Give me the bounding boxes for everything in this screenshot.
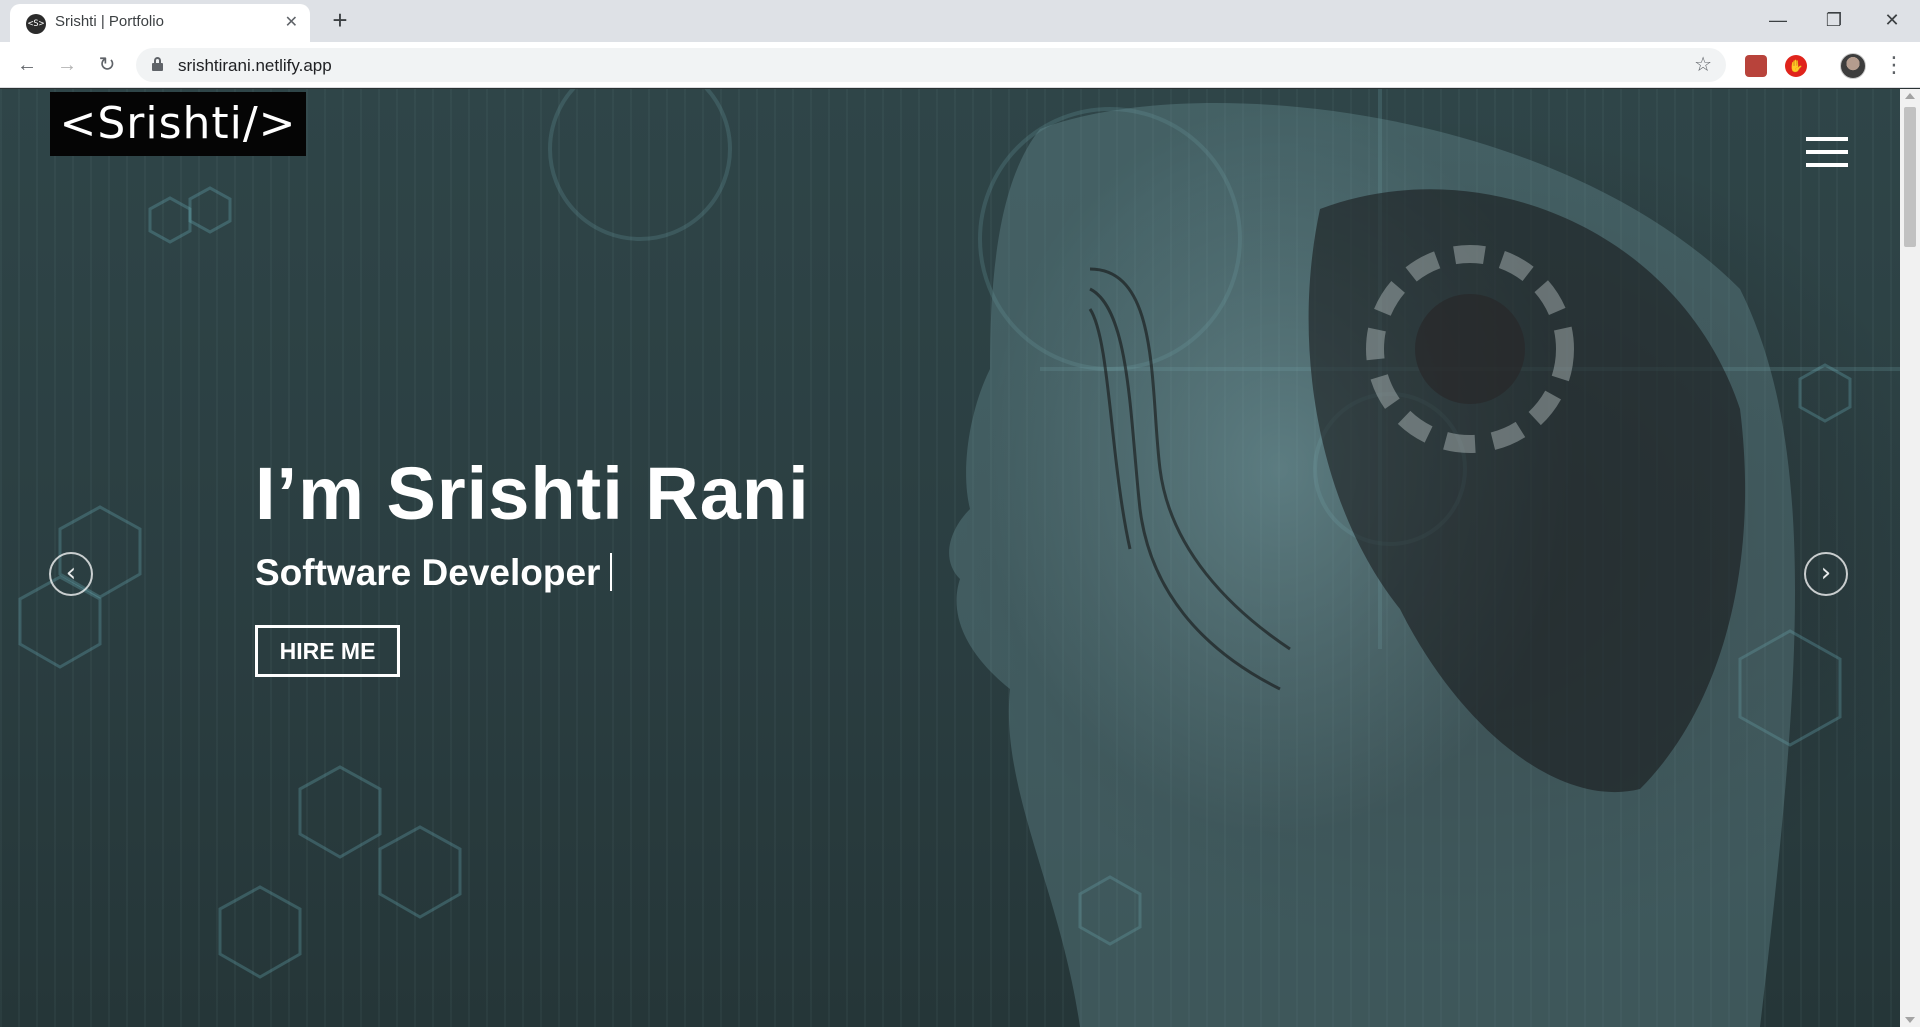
- tab-title: Srishti | Portfolio: [55, 13, 164, 30]
- new-tab-button[interactable]: +: [325, 6, 355, 36]
- bookmark-star-icon[interactable]: ☆: [1694, 52, 1712, 77]
- robot-head-silhouette: [949, 103, 1795, 1027]
- carousel-next-button[interactable]: ›: [1804, 552, 1848, 596]
- carousel-prev-button[interactable]: ‹: [49, 552, 93, 596]
- browser-toolbar: ← → ↻ srishtirani.netlify.app ☆ ✋ ⋮: [0, 42, 1920, 88]
- back-button[interactable]: ←: [12, 50, 42, 80]
- page-scrollbar[interactable]: [1900, 89, 1920, 1027]
- hero-subtitle-wrapper: Software Developer: [255, 552, 613, 594]
- address-bar[interactable]: srishtirani.netlify.app ☆: [136, 48, 1726, 82]
- forward-button[interactable]: →: [52, 50, 82, 80]
- profile-avatar[interactable]: [1840, 53, 1866, 79]
- reload-button[interactable]: ↻: [92, 50, 122, 80]
- url-text[interactable]: srishtirani.netlify.app: [178, 56, 332, 76]
- browser-tab-strip: <S> Srishti | Portfolio ✕ + — ❐ ✕: [0, 0, 1920, 42]
- browser-menu-icon[interactable]: ⋮: [1883, 50, 1905, 80]
- site-logo[interactable]: <Srishti/>: [50, 92, 306, 156]
- close-window-button[interactable]: ✕: [1864, 0, 1920, 42]
- site-favicon-icon: <S>: [26, 14, 46, 34]
- typing-caret: [610, 553, 613, 591]
- restore-button[interactable]: ❐: [1806, 0, 1862, 42]
- browser-tab[interactable]: <S> Srishti | Portfolio ✕: [10, 4, 310, 42]
- hamburger-menu-icon[interactable]: [1806, 137, 1848, 167]
- hero-title: I’m Srishti Rani: [255, 452, 810, 535]
- hero-section: <Srishti/> ‹ › I’m Srishti Rani Software…: [0, 89, 1900, 1027]
- hire-me-button[interactable]: HIRE ME: [255, 625, 400, 677]
- minimize-button[interactable]: —: [1750, 0, 1806, 42]
- adblock-extension-icon[interactable]: ✋: [1785, 55, 1807, 77]
- scroll-down-arrow-icon[interactable]: [1905, 1017, 1915, 1023]
- hero-subtitle: Software Developer: [255, 552, 601, 593]
- pdf-extension-icon[interactable]: [1745, 55, 1767, 77]
- scroll-up-arrow-icon[interactable]: [1905, 93, 1915, 99]
- tab-close-icon[interactable]: ✕: [285, 13, 298, 33]
- scroll-thumb[interactable]: [1904, 107, 1916, 247]
- lock-icon[interactable]: [152, 57, 163, 71]
